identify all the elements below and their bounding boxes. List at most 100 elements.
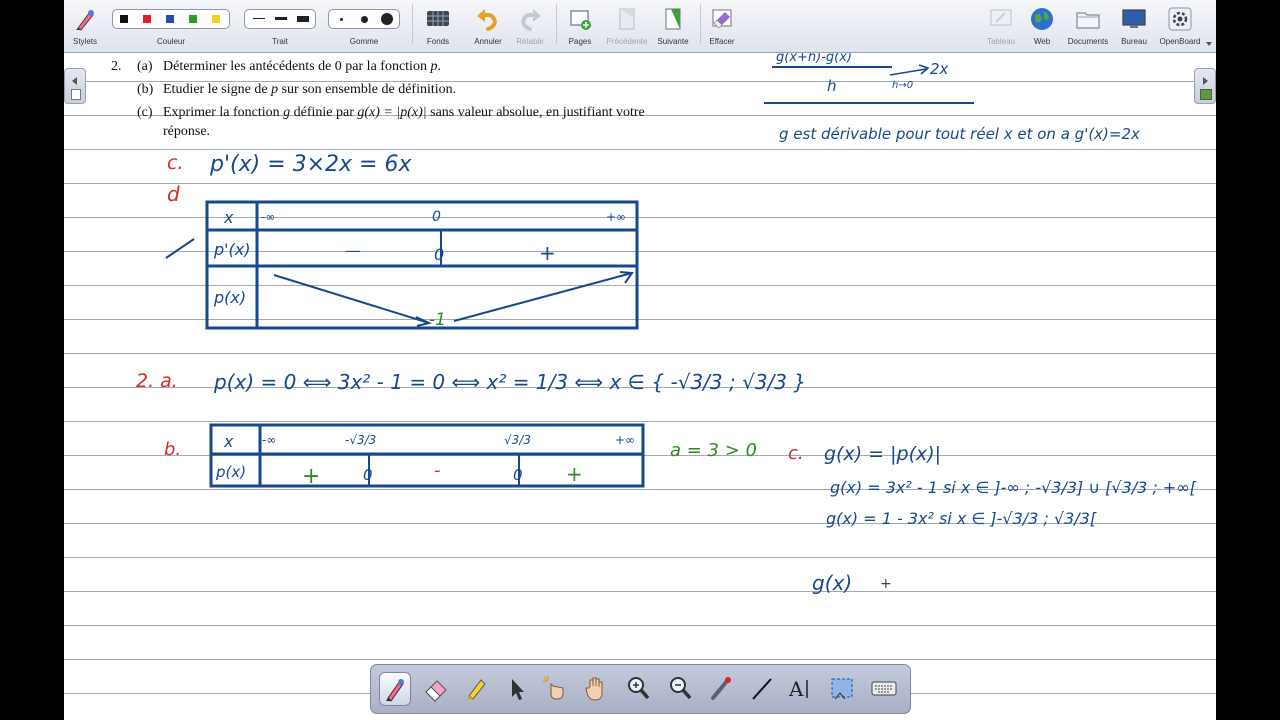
virtual-keyboard-button[interactable]: [869, 672, 901, 706]
redo-button[interactable]: Rétablir: [510, 0, 550, 52]
zoom-out-tool-button[interactable]: [665, 672, 697, 706]
svg-text:2x: 2x: [930, 60, 949, 78]
pen-tool-button[interactable]: [379, 672, 411, 706]
table2-sign: +: [566, 462, 583, 486]
left-panel-tab[interactable]: [64, 68, 86, 104]
g-start-ink: g(x): [812, 571, 852, 595]
stroke-label: Trait: [272, 37, 288, 46]
hand-tool-button[interactable]: [581, 672, 613, 706]
pages-label: Pages: [568, 37, 592, 46]
line-icon: [752, 678, 772, 700]
previous-page-button[interactable]: Précédente: [604, 0, 650, 52]
openboard-window: Stylets Couleur Trait Gomme Fonds Annule…: [0, 0, 1280, 720]
board-icon: [990, 9, 1012, 26]
eraser-small-button[interactable]: [340, 18, 343, 21]
right-c-label-ink: c.: [788, 443, 804, 464]
table2-x-value: -∞: [262, 433, 276, 447]
board-mode-label: Tableau: [986, 37, 1016, 46]
toolbar-separator: [700, 4, 701, 44]
redo-icon: [520, 9, 541, 31]
pages-button[interactable]: Pages: [560, 0, 600, 52]
svg-text:h: h: [827, 77, 837, 95]
web-label: Web: [1033, 37, 1051, 46]
desktop-button[interactable]: Bureau: [1114, 0, 1154, 52]
stroke-selector: [244, 9, 316, 29]
toolbar-overflow-icon[interactable]: [1206, 42, 1212, 46]
color-group: Couleur: [112, 0, 230, 52]
openboard-menu-button[interactable]: OpenBoard: [1156, 0, 1204, 52]
stroke-thick-button[interactable]: [297, 16, 309, 22]
laser-pointer-tool-button[interactable]: [705, 672, 737, 706]
undo-button[interactable]: Annuler: [468, 0, 508, 52]
derivative-ink: p'(x) = 3×2x = 6x: [209, 152, 412, 177]
table2-x-value: +∞: [615, 433, 635, 447]
eraser-large-button[interactable]: [381, 13, 393, 25]
redo-label: Rétablir: [516, 37, 544, 46]
stylets-button[interactable]: Stylets: [64, 0, 106, 52]
slash-ink: [165, 238, 195, 259]
color-swatch-red[interactable]: [143, 15, 151, 23]
table1-x-label: x: [223, 208, 234, 227]
play-tool-button[interactable]: [539, 672, 571, 706]
handwriting-layer: g(x+h)-g(x) h h→0 2x g est dérivable pou…: [136, 53, 1197, 595]
color-palette: [112, 9, 230, 29]
derivability-statement-ink: g est dérivable pour tout réel x et on a…: [779, 125, 1140, 143]
table2-x-label: x: [223, 432, 234, 451]
table1-x-value: +∞: [606, 210, 626, 224]
highlighter-icon: [467, 679, 486, 700]
table1-row2-label: p(x): [213, 288, 246, 307]
g-case1-ink: g(x) = 3x² - 1 si x ∈ ]-∞ ; -√3/3] ∪ [√3…: [830, 478, 1197, 497]
table1-sign: 0: [434, 245, 444, 264]
table1-minimum: -1: [429, 310, 446, 330]
hand-icon: [585, 677, 603, 701]
text-tool-button[interactable]: A: [785, 672, 817, 706]
next-page-label: Suivante: [657, 37, 689, 46]
eraser-medium-button[interactable]: [361, 16, 368, 23]
selector-tool-button[interactable]: [501, 672, 533, 706]
next-page-button[interactable]: Suivante: [652, 0, 694, 52]
color-swatch-yellow[interactable]: [212, 15, 220, 23]
table2-sign: 0: [513, 466, 523, 484]
backgrounds-label: Fonds: [426, 37, 450, 46]
pen-icon: [386, 679, 404, 702]
stroke-thin-button[interactable]: [253, 18, 265, 19]
board-mode-button[interactable]: Tableau: [982, 0, 1020, 52]
desktop-label: Bureau: [1121, 37, 1147, 46]
eraser-label: Gomme: [349, 37, 379, 46]
eraser-tool-button[interactable]: [421, 672, 453, 706]
board-canvas[interactable]: 2. (a) Déterminer les antécédents de 0 p…: [64, 53, 1216, 720]
eraser-size-selector: [328, 9, 400, 29]
leading-coefficient-ink: a = 3 > 0: [670, 440, 757, 461]
undo-icon: [477, 9, 498, 31]
stylus-palette: A: [370, 664, 911, 714]
svg-text:A: A: [788, 677, 804, 701]
stroke-medium-button[interactable]: [275, 17, 287, 20]
right-panel-tab[interactable]: [1194, 68, 1216, 104]
pages-list-icon: [71, 89, 81, 100]
main-toolbar: Stylets Couleur Trait Gomme Fonds Annule…: [64, 0, 1216, 53]
previous-page-label: Précédente: [606, 37, 648, 46]
capture-tool-button[interactable]: [827, 672, 859, 706]
highlighter-tool-button[interactable]: [461, 672, 493, 706]
stroke-group: Trait: [244, 0, 316, 52]
pointing-hand-icon: [543, 676, 564, 700]
color-swatch-green[interactable]: [189, 15, 197, 23]
difference-quotient-ink: g(x+h)-g(x) h h→0 2x: [772, 53, 949, 95]
table1-sign: —: [345, 241, 361, 260]
line-tool-button[interactable]: [747, 672, 779, 706]
zoom-in-tool-button[interactable]: [623, 672, 655, 706]
clear-button[interactable]: Effacer: [704, 0, 740, 52]
monitor-icon: [1122, 9, 1146, 28]
backgrounds-button[interactable]: Fonds: [418, 0, 458, 52]
table2-row-label: p(x): [215, 463, 246, 481]
roots-equation-ink: p(x) = 0 ⟺ 3x² - 1 = 0 ⟺ x² = 1/3 ⟺ x ∈ …: [213, 370, 806, 394]
web-button[interactable]: Web: [1022, 0, 1062, 52]
svg-text:h→0: h→0: [892, 80, 913, 91]
documents-button[interactable]: Documents: [1064, 0, 1112, 52]
text-icon: A: [788, 677, 808, 701]
color-swatch-black[interactable]: [120, 15, 128, 23]
table2-sign: 0: [363, 466, 373, 484]
b-label-ink: b.: [164, 439, 181, 460]
color-swatch-blue[interactable]: [166, 15, 174, 23]
zoom-out-icon: [670, 677, 692, 700]
